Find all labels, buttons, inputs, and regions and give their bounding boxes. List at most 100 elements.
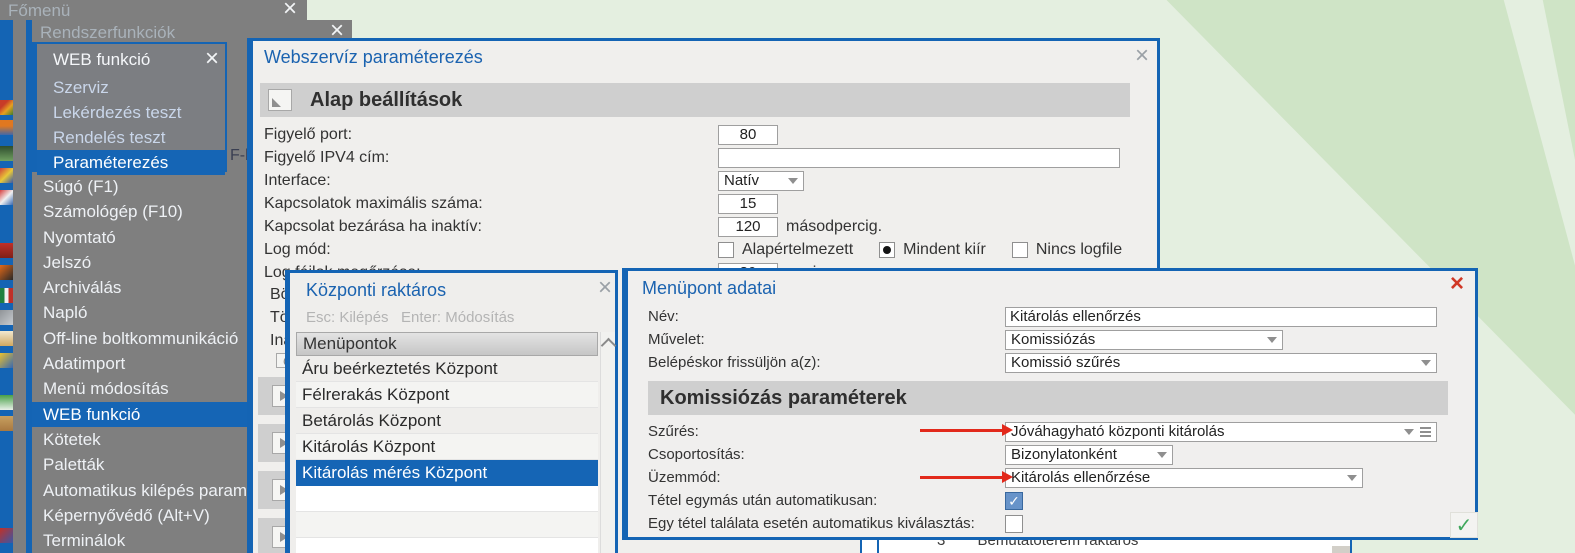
list-item-selected[interactable]: Kitárolás mérés Központ	[296, 460, 598, 486]
field-label: Egy tétel találata esetén automatikus ki…	[648, 515, 975, 532]
szures-select[interactable]: Jóváhagyható központi kitárolás	[1005, 421, 1437, 442]
field-label: Log mód:	[264, 240, 331, 258]
field-label: Interface:	[264, 171, 331, 189]
dialog-title: Központi raktáros	[306, 280, 447, 300]
list-item[interactable]	[296, 512, 598, 538]
field-row: Figyelő IPV4 cím:	[253, 146, 1158, 169]
scrollbar-corner	[1332, 546, 1350, 553]
collapse-section-button[interactable]	[268, 89, 292, 111]
red-arrow-annotation	[920, 424, 1013, 436]
monitor-icon[interactable]	[0, 146, 13, 161]
list-header: Menüpontok	[296, 332, 598, 356]
handtruck-icon[interactable]	[0, 120, 13, 135]
uzemmod-select-value: Kitárolás ellenőrzése	[1011, 469, 1151, 486]
list-icon[interactable]	[0, 395, 13, 410]
field-label: Művelet:	[648, 331, 705, 348]
field-row: Üzemmód: Kitárolás ellenőrzése	[628, 466, 1473, 489]
egy-tetel-checkbox[interactable]	[1005, 514, 1023, 533]
list-item[interactable]	[296, 486, 598, 512]
chevron-down-icon	[1421, 359, 1431, 366]
close-icon[interactable]: ×	[205, 47, 219, 71]
close-icon[interactable]: ×	[1450, 272, 1464, 296]
desktop: Főmenü × Rendszerfunkciók × Súgó (F1) Sz…	[0, 0, 1575, 553]
section-komissiozas-parameterek: Komissiózás paraméterek	[648, 381, 1448, 415]
field-row: Figyelő port: 80	[253, 123, 1158, 146]
csoportositas-select[interactable]: Bizonylatonként	[1005, 444, 1173, 465]
dialog-menupont-adatai: Menüpont adatai × Név: Kitárolás ellenőr…	[622, 268, 1478, 540]
uzemmod-select[interactable]: Kitárolás ellenőrzése	[1005, 467, 1363, 488]
field-row: Interface: Natív	[253, 169, 1158, 192]
notepad-icon[interactable]	[0, 331, 13, 346]
packages-icon[interactable]	[0, 190, 13, 205]
close-icon[interactable]: ×	[1135, 44, 1149, 68]
logmode-nincs-logfile-checkbox[interactable]	[1011, 241, 1028, 258]
home-icon[interactable]	[0, 528, 13, 543]
dialog-title: Webszervíz paraméterezés	[264, 47, 483, 67]
section-title: Alap beállítások	[310, 88, 463, 111]
chart-icon[interactable]	[0, 168, 13, 183]
delivery-icon[interactable]	[0, 353, 13, 368]
cart-icon[interactable]	[0, 100, 13, 115]
close-icon[interactable]: ×	[283, 0, 297, 21]
dialog-kozponti-raktaros: Központi raktáros × Esc: Kilépés Enter: …	[285, 270, 618, 553]
figyelo-port-input[interactable]: 80	[718, 124, 778, 145]
logmode-mindent-kiir-radio[interactable]	[879, 241, 896, 258]
menu-item-parameterezes[interactable]: Paraméterezés	[37, 150, 225, 175]
muvelet-select-value: Komissiózás	[1011, 331, 1096, 348]
webfunkcio-title: WEB funkció	[53, 50, 151, 69]
box-icon[interactable]	[0, 416, 13, 431]
close-icon[interactable]: ×	[598, 276, 612, 300]
field-label: Figyelő port:	[264, 125, 353, 143]
field-row: Kapcsolat bezárása ha inaktív: 120 másod…	[253, 215, 1158, 238]
folder-icon[interactable]	[0, 265, 13, 280]
scroll-up-icon[interactable]	[600, 337, 616, 354]
muvelet-select[interactable]: Komissiózás	[1005, 329, 1283, 350]
tools-icon[interactable]	[0, 310, 13, 325]
interface-select-value: Natív	[724, 172, 760, 189]
menu-item-szerviz[interactable]: Szerviz	[37, 75, 225, 100]
scrollbar[interactable]	[600, 332, 616, 553]
nev-input[interactable]: Kitárolás ellenőrzés	[1005, 306, 1437, 327]
field-row: Belépéskor frissüljön a(z): Komissió szű…	[628, 351, 1473, 374]
belepeskor-select-value: Komissió szűrés	[1011, 354, 1121, 371]
logmode-option-label: Mindent kiír	[903, 240, 986, 258]
logmode-option-label: Nincs logfile	[1035, 240, 1123, 258]
field-label: Belépéskor frissüljön a(z):	[648, 354, 821, 371]
figyelo-ipv4-input[interactable]	[718, 147, 1120, 168]
collapse-icon	[272, 98, 281, 107]
red-book-icon[interactable]	[0, 243, 13, 258]
logmode-alapertelmezett-checkbox[interactable]	[718, 241, 734, 258]
szures-select-value: Jóváhagyható központi kitárolás	[1011, 423, 1225, 440]
interface-select[interactable]: Natív	[718, 170, 804, 191]
max-kapcsolatok-input[interactable]: 15	[718, 193, 778, 214]
logmode-option-label: Alapértelmezett	[742, 240, 854, 258]
section-title: Komissiózás paraméterek	[660, 386, 907, 409]
list-item[interactable]	[296, 538, 598, 553]
chevron-down-icon	[1404, 428, 1414, 435]
menu-item-lekerdezes-teszt[interactable]: Lekérdezés teszt	[37, 100, 225, 125]
fomenu-icon-column	[0, 20, 13, 553]
menu-item-rendeles-teszt[interactable]: Rendelés teszt	[37, 125, 225, 150]
field-row: Tétel egymás után automatikusan: ✓	[628, 489, 1473, 512]
list-item[interactable]: Betárolás Központ	[296, 408, 598, 434]
list-item[interactable]: Áru beérkeztetés Központ	[296, 356, 598, 382]
tetel-automatikusan-checkbox[interactable]: ✓	[1005, 491, 1023, 510]
field-label: Tétel egymás után automatikusan:	[648, 492, 878, 509]
fomenu-title: Főmenü	[8, 1, 71, 20]
field-row: Egy tétel találata esetén automatikus ki…	[628, 512, 1473, 535]
field-row: Csoportosítás: Bizonylatonként	[628, 443, 1473, 466]
list-item[interactable]: Kitárolás Központ	[296, 434, 598, 460]
flag-icon[interactable]	[0, 288, 13, 303]
inaktiv-bezaras-input[interactable]: 120	[718, 216, 778, 237]
csoportositas-select-value: Bizonylatonként	[1011, 446, 1117, 463]
belepeskor-select[interactable]: Komissió szűrés	[1005, 352, 1437, 373]
field-row: Művelet: Komissiózás	[628, 328, 1473, 351]
field-row: Log mód: Alapértelmezett Mindent kiír Ni…	[253, 238, 1158, 261]
field-label: Csoportosítás:	[648, 446, 745, 463]
menu-lines-icon[interactable]	[1420, 426, 1431, 437]
window-web-funkcio: WEB funkció × Szerviz Lekérdezés teszt R…	[32, 42, 227, 175]
ok-check-button[interactable]: ✓	[1450, 512, 1478, 538]
chevron-down-icon	[1157, 451, 1167, 458]
field-label: Név:	[648, 308, 679, 325]
list-item[interactable]: Félrerakás Központ	[296, 382, 598, 408]
